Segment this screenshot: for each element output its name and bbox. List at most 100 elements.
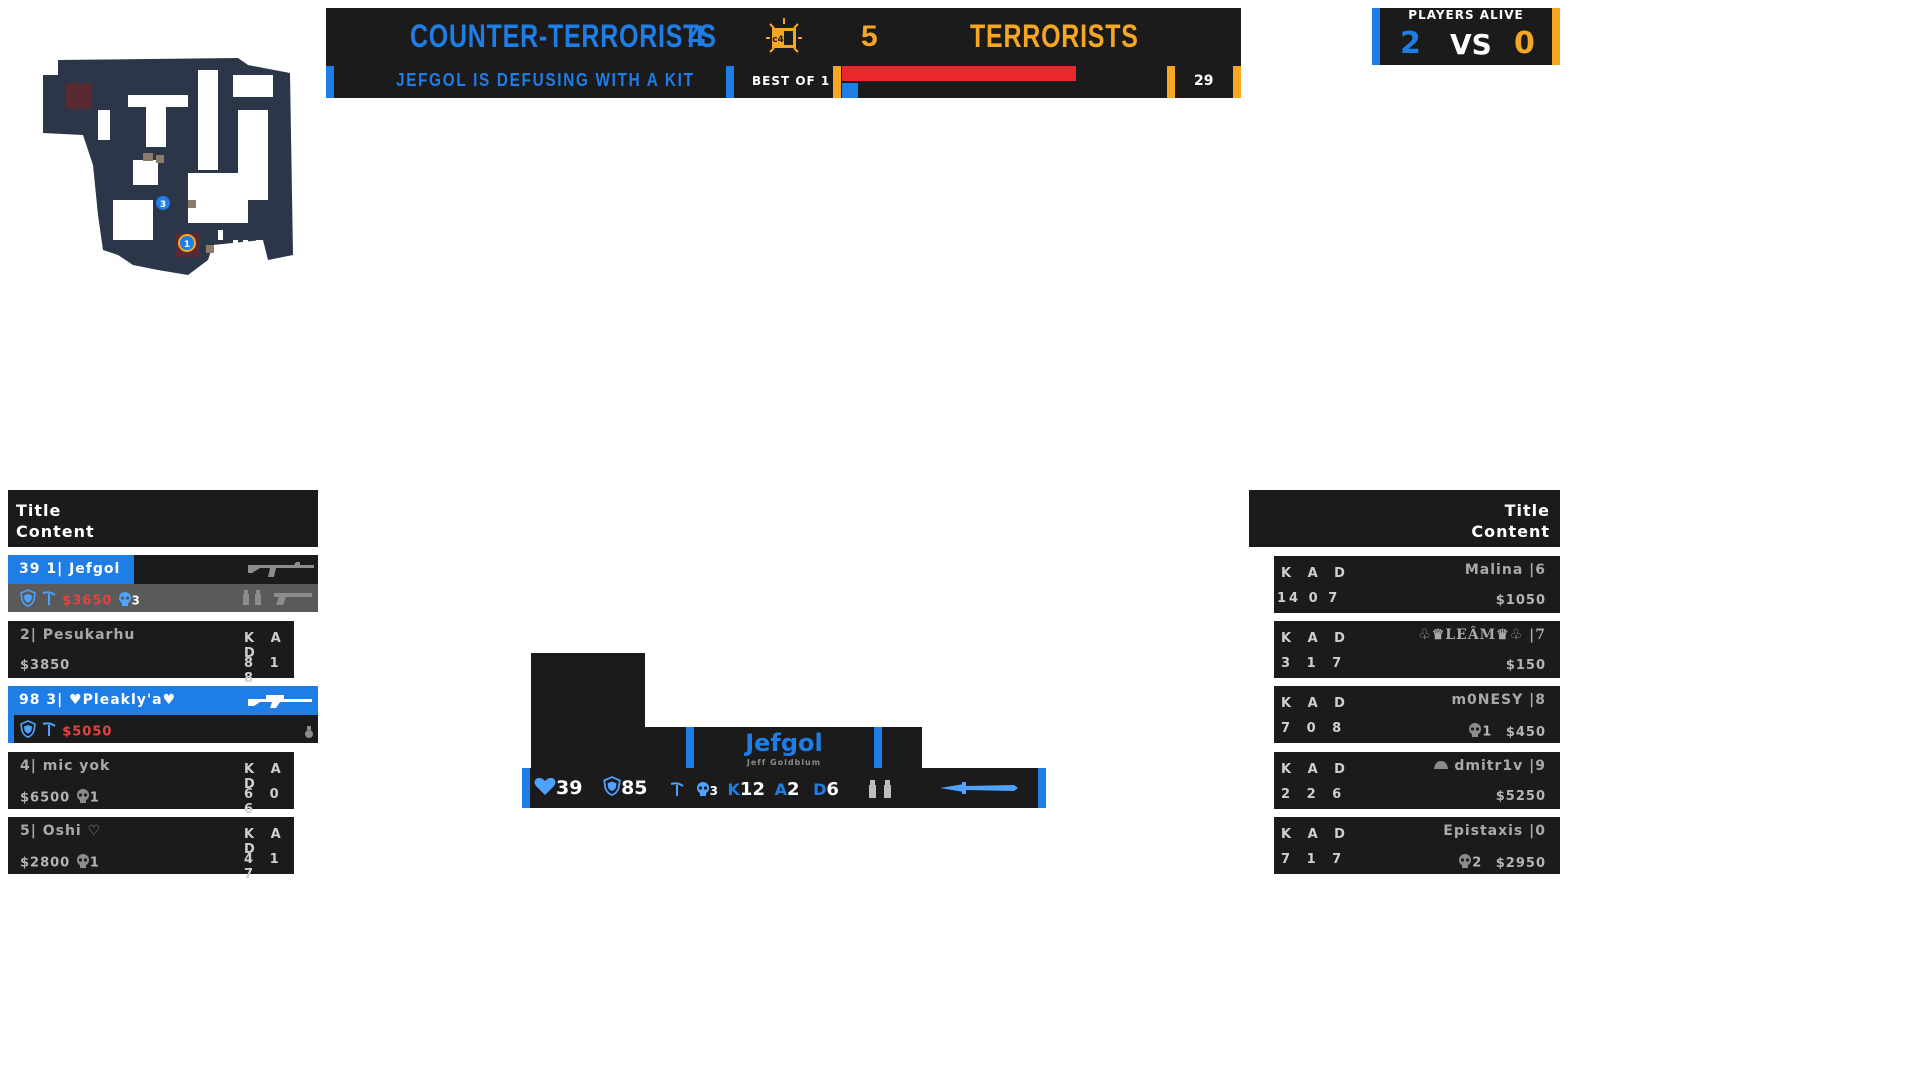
player-name: Malina |6 [1464, 562, 1546, 578]
player-money: $5250 [1495, 789, 1546, 804]
ak47-icon [246, 559, 316, 583]
svg-text:3: 3 [160, 200, 166, 210]
player-line: 2| Pesukarhu [20, 627, 135, 643]
player-money: $6500 [20, 790, 71, 806]
kad-values: 7 0 8 [1281, 721, 1348, 736]
series-label: BEST OF 1 [752, 74, 831, 88]
player-name-plate: Jefgol Jeff Goldblum [531, 727, 922, 769]
svg-text:1: 1 [184, 240, 190, 250]
round-kills: 1 [89, 790, 100, 806]
player-sub-line: 2 $2950 [1458, 854, 1546, 872]
t-panel-header: Title Content [1249, 490, 1560, 547]
kad-values: 6 0 6 [244, 787, 285, 817]
player-sub-line: $2800 1 [20, 854, 100, 872]
hud-kills: 12 [739, 779, 765, 800]
helmet-icon [1433, 758, 1449, 774]
ct-score: 4 [688, 20, 706, 53]
hud-assists: 2 [786, 779, 800, 800]
player-name: Oshi ♡ [42, 823, 102, 839]
progress-left-accent [833, 66, 841, 98]
grenades-icon [240, 590, 268, 610]
round-kills: 3 [131, 593, 140, 608]
player-money: $2800 [20, 855, 71, 871]
ct-player-row-4[interactable]: 4| mic yok K A D $6500 1 6 0 6 [8, 752, 294, 817]
t-player-row-2[interactable]: K A D ♧♛LEÂM♛♧ |7 3 1 7 $150 [1274, 621, 1560, 678]
ct-panel-title: Title [16, 501, 62, 520]
kad-label: K A D [1281, 696, 1351, 711]
player-name: dmitr1v |9 [1454, 758, 1546, 774]
player-name: Pesukarhu [42, 627, 136, 643]
t-player-row-4[interactable]: K A D dmitr1v |9 2 2 6 $5250 [1274, 752, 1560, 809]
player-name-line: dmitr1v |9 [1433, 758, 1546, 774]
ct-player-row-5[interactable]: 5| Oshi ♡ K A D $2800 1 4 1 7 [8, 817, 294, 882]
player-name: Epistaxis |0 [1443, 823, 1546, 839]
t-player-row-1[interactable]: K A D Malina |6 14 0 7 $1050 [1274, 556, 1560, 613]
series-left-accent [726, 66, 734, 98]
player-slot: 3| [46, 692, 64, 708]
grenade-icon [304, 724, 314, 743]
kad-values: 2 2 6 [1281, 787, 1348, 802]
player-slot: 5| [20, 823, 37, 839]
svg-text:c4: c4 [772, 35, 784, 45]
kad-values: 8 1 8 [244, 656, 285, 686]
player-stats-bar: 39 85 3 K12 A2 D6 [522, 768, 1046, 808]
player-sub-line: $6500 1 [20, 789, 100, 807]
player-money: $1050 [1495, 593, 1546, 608]
round-kills: 1 [89, 855, 100, 871]
ct-panel-header: Title Content [8, 490, 318, 547]
round-status-text: JEFGOL IS DEFUSING WITH A KIT [396, 70, 695, 90]
defuse-kit-icon [41, 590, 57, 610]
player-sub-line: $3650 3 [20, 589, 140, 611]
stats-left-accent [522, 768, 530, 808]
ct-player-row-3[interactable]: 98 3| ♥Pleakly'a♥ $5050 [8, 686, 318, 743]
t-panel-title: Title [1504, 501, 1550, 520]
hud-d-label: D [813, 780, 827, 799]
defuse-progress-bar [842, 83, 858, 98]
players-alive-title: PLAYERS ALIVE [1408, 8, 1524, 22]
hud-a-label: A [774, 780, 787, 799]
hud-armor: 85 [621, 777, 648, 799]
kad-label: K A D [1281, 566, 1351, 581]
t-player-row-5[interactable]: K A D Epistaxis |0 7 1 7 2 $2950 [1274, 817, 1560, 874]
kad-label: K A D [1281, 762, 1351, 777]
side-accent [8, 715, 14, 743]
player-slot: 4| [20, 758, 37, 774]
player-slot: 2| [20, 627, 37, 643]
spectated-player-name: Jefgol [745, 729, 823, 757]
hud-k-label: K [727, 780, 740, 799]
player-name: Jefgol [69, 561, 121, 577]
player-line: 5| Oshi ♡ [20, 823, 101, 839]
stats-right-accent [1038, 768, 1046, 808]
kad-values: 7 1 7 [1281, 852, 1348, 867]
skull-icon [76, 854, 90, 872]
status-left-accent [326, 66, 334, 98]
round-kills: 1 [1482, 724, 1493, 740]
ct-player-row-2[interactable]: 2| Pesukarhu K A D $3850 8 1 8 [8, 621, 294, 686]
armor-helmet-icon [20, 720, 36, 742]
ct-panel-content: Content [16, 522, 95, 541]
round-kills: 2 [1472, 855, 1483, 871]
player-money: $150 [1505, 658, 1546, 673]
skull-icon [118, 591, 132, 610]
skull-icon [1458, 854, 1472, 872]
t-player-row-3[interactable]: K A D m0NESY |8 7 0 8 1 $450 [1274, 686, 1560, 743]
player-sub-line: 1 $450 [1468, 723, 1546, 741]
kad-values: 3 1 7 [1281, 656, 1348, 671]
ct-player-row-1[interactable]: 39 1| Jefgol $3650 3 [8, 555, 318, 612]
alive-t-count: 0 [1514, 26, 1535, 61]
player-sub-line: $5050 [20, 720, 112, 742]
player-name: ♧♛LEÂM♛♧ |7 [1418, 627, 1546, 643]
player-line: 4| mic yok [20, 758, 110, 774]
timer-right-accent [1233, 66, 1241, 98]
t-team-name: TERRORISTS [970, 18, 1139, 54]
defuse-kit-icon [668, 781, 686, 801]
name-left-accent [686, 727, 694, 769]
player-hp: 98 [19, 692, 41, 708]
bomb-timer-bar [842, 66, 1076, 81]
radar-map: 3 1 [38, 55, 296, 277]
awp-icon [246, 692, 316, 714]
grenades-icon [864, 779, 900, 803]
defuse-progress-area [842, 66, 1167, 98]
player-line: 39 1| Jefgol [19, 561, 120, 577]
c4-bomb-icon: c4 [762, 16, 806, 56]
